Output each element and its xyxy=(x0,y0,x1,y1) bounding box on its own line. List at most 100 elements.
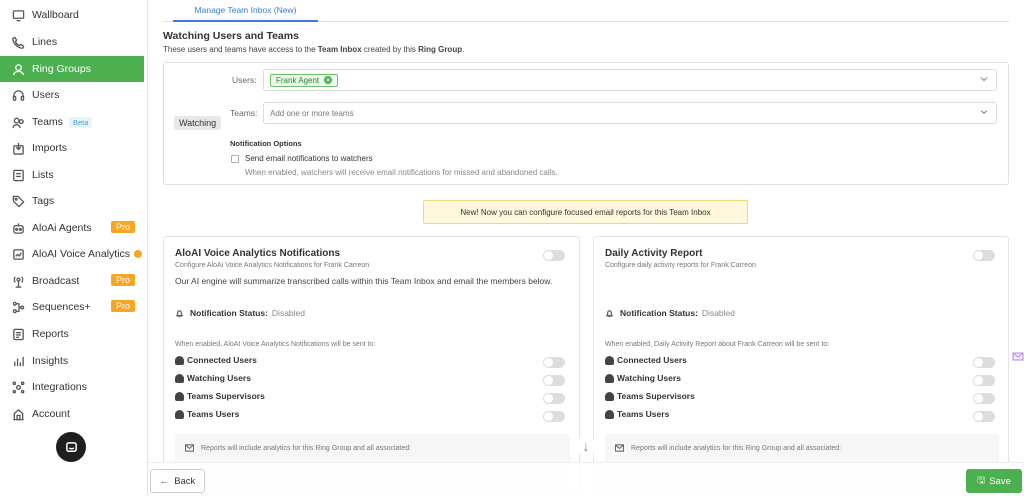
sidebar-item-label: Lists xyxy=(32,169,54,181)
email-watchers-checkbox[interactable] xyxy=(231,155,239,163)
integrations-icon xyxy=(10,379,26,395)
user-plus-icon xyxy=(605,373,614,383)
back-button[interactable]: ← Back xyxy=(150,469,205,493)
mail-icon xyxy=(615,444,624,452)
chat-launcher-button[interactable] xyxy=(56,432,86,462)
users-icon xyxy=(605,355,614,365)
section-subtitle: These users and teams have access to the… xyxy=(163,45,465,54)
teams-users-toggle[interactable] xyxy=(973,411,995,422)
sidebar-item-teams[interactable]: Teams Beta xyxy=(0,109,144,135)
teams-users-toggle[interactable] xyxy=(543,411,565,422)
save-icon: 🖫 xyxy=(977,475,986,486)
card-title: Daily Activity Report xyxy=(605,248,703,259)
email-watchers-label[interactable]: Send email notifications to watchers xyxy=(245,154,373,163)
sidebar-item-ring-groups[interactable]: Ring Groups xyxy=(0,56,144,82)
connected-users-toggle[interactable] xyxy=(543,357,565,368)
save-button[interactable]: 🖫 Save xyxy=(966,469,1022,493)
teams-supervisors-toggle[interactable] xyxy=(973,393,995,404)
voice-analytics-toggle[interactable] xyxy=(543,250,565,261)
users-icon xyxy=(175,355,184,365)
report-icon xyxy=(10,326,26,342)
sidebar-item-lists[interactable]: Lists xyxy=(0,162,144,188)
card-subtitle: Configure AloAi Voice Analytics Notifica… xyxy=(175,262,370,269)
daily-activity-card: Daily Activity Report Configure daily ac… xyxy=(593,236,1009,496)
users-select[interactable]: Frank Agent ✕ xyxy=(263,69,997,91)
sidebar-item-label: Insights xyxy=(32,355,69,367)
connected-users-toggle[interactable] xyxy=(973,357,995,368)
watching-users-row: Watching Users xyxy=(175,373,251,383)
sidebar-item-label: Imports xyxy=(32,142,68,154)
beta-badge: Beta xyxy=(68,116,93,128)
sidebar-item-label: AloAi Agents xyxy=(32,222,92,234)
users-label: Users: xyxy=(232,75,257,85)
sidebar-item-integrations[interactable]: Integrations xyxy=(0,374,144,400)
notification-status: Notification Status: Disabled xyxy=(175,308,305,318)
bottom-action-bar: ← Back 🖫 Save xyxy=(148,462,1024,496)
watching-users-toggle[interactable] xyxy=(973,375,995,386)
chat-icon xyxy=(65,441,77,452)
notification-status: Notification Status: Disabled xyxy=(605,308,735,318)
envelope-icon[interactable] xyxy=(1012,350,1024,362)
supervisor-icon xyxy=(605,391,614,401)
sidebar-item-wallboard[interactable]: Wallboard xyxy=(0,2,144,28)
bell-icon xyxy=(175,309,184,317)
watching-panel: Watching Users: Frank Agent ✕ Teams: Add … xyxy=(163,62,1009,185)
sidebar-item-voice-analytics[interactable]: AloAI Voice Analytics xyxy=(0,241,144,267)
sidebar-item-lines[interactable]: Lines xyxy=(0,29,144,55)
bell-icon xyxy=(605,309,614,317)
teams-label: Teams: xyxy=(230,108,258,118)
watching-users-row: Watching Users xyxy=(605,373,681,383)
main-content: Manage Team Inbox (New) Watching Users a… xyxy=(148,0,1024,496)
sidebar-item-users[interactable]: Users xyxy=(0,82,144,108)
sidebar-item-label: Ring Groups xyxy=(32,63,91,75)
card-description: Our AI engine will summarize transcribed… xyxy=(175,276,553,286)
sidebar-item-insights[interactable]: Insights xyxy=(0,348,144,374)
teams-select[interactable]: Add one or more teams xyxy=(263,102,997,124)
sent-to-text: When enabled, AloAI Voice Analytics Noti… xyxy=(175,341,376,348)
sidebar-item-reports[interactable]: Reports xyxy=(0,321,144,347)
notification-options-title: Notification Options xyxy=(230,139,302,148)
sidebar-item-label: Reports xyxy=(32,328,69,340)
user-chip: Frank Agent ✕ xyxy=(270,73,339,87)
phone-icon xyxy=(10,34,26,50)
connected-users-row: Connected Users xyxy=(175,355,257,365)
remove-chip-icon[interactable]: ✕ xyxy=(324,76,333,84)
teams-placeholder: Add one or more teams xyxy=(270,108,354,118)
team-icon xyxy=(10,114,26,130)
sidebar-item-label: Sequences+ xyxy=(32,301,91,313)
watching-users-toggle[interactable] xyxy=(543,375,565,386)
user-plus-icon xyxy=(175,373,184,383)
sidebar-item-account[interactable]: Account xyxy=(0,401,144,427)
status-dot xyxy=(134,250,143,258)
daily-activity-toggle[interactable] xyxy=(973,250,995,261)
scroll-down-arrow-icon[interactable]: ↓ xyxy=(576,436,596,456)
sidebar-item-label: Integrations xyxy=(32,381,87,393)
sidebar-item-aloai-agents[interactable]: AloAi Agents Pro xyxy=(0,215,144,241)
email-watchers-help: When enabled, watchers will receive emai… xyxy=(245,168,558,177)
section-title: Watching Users and Teams xyxy=(163,30,299,42)
headset-icon xyxy=(10,87,26,103)
card-subtitle: Configure daily activity reports for Fra… xyxy=(605,262,756,269)
tab-manage-team-inbox[interactable]: Manage Team Inbox (New) xyxy=(173,0,318,22)
voice-analytics-card: AloAI Voice Analytics Notifications Conf… xyxy=(163,236,580,496)
tag-icon xyxy=(10,193,26,209)
teams-users-row: Teams Users xyxy=(175,409,239,419)
sidebar-item-sequences[interactable]: Sequences+ Pro xyxy=(0,294,144,320)
sidebar-item-label: Account xyxy=(32,408,70,420)
sent-to-text: When enabled, Daily Activity Report abou… xyxy=(605,341,830,348)
sidebar-item-label: Lines xyxy=(32,36,58,48)
card-title: AloAI Voice Analytics Notifications xyxy=(175,248,341,259)
sidebar-item-label: Broadcast xyxy=(32,275,80,287)
monitor-icon xyxy=(10,7,26,23)
sequence-icon xyxy=(10,299,26,315)
chevron-down-icon xyxy=(980,77,988,82)
connected-users-row: Connected Users xyxy=(605,355,687,365)
sidebar-item-tags[interactable]: Tags xyxy=(0,188,144,214)
supervisor-icon xyxy=(175,391,184,401)
broadcast-icon xyxy=(10,273,26,289)
teams-supervisors-toggle[interactable] xyxy=(543,393,565,404)
sidebar-item-imports[interactable]: Imports xyxy=(0,135,144,161)
analytics-icon xyxy=(10,246,26,262)
sidebar-item-broadcast[interactable]: Broadcast Pro xyxy=(0,268,144,294)
teams-supervisors-row: Teams Supervisors xyxy=(175,391,265,401)
